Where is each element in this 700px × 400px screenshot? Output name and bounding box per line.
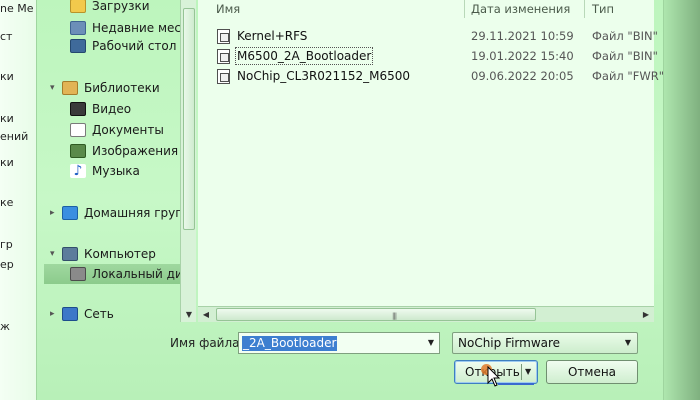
navigation-scrollbar[interactable]: ▼: [180, 0, 196, 322]
fwr-file-icon: [217, 69, 230, 84]
nav-item-label: Библиотеки: [84, 81, 160, 95]
file-date: 29.11.2021 10:59: [471, 29, 574, 43]
nav-item-label: Загрузки: [92, 0, 150, 13]
scrollbar-thumb[interactable]: |||: [216, 308, 536, 321]
scroll-left-icon[interactable]: ◀: [200, 309, 212, 321]
desktop-text-fragment: ер: [0, 258, 14, 271]
filename-label: Имя файла:: [170, 336, 244, 350]
column-divider[interactable]: [464, 0, 465, 18]
nav-item-label: Видео: [92, 102, 132, 116]
homegroup-icon: [62, 206, 78, 220]
navigation-pane: Загрузки Недавние места Рабочий стол ▾ Б…: [44, 0, 194, 322]
column-header-name[interactable]: Имя: [216, 0, 240, 18]
open-menu-arrow-icon[interactable]: ▼: [525, 361, 531, 383]
expand-icon[interactable]: ▸: [50, 310, 58, 319]
downloads-icon: [70, 0, 86, 13]
local-disk-icon: [70, 267, 86, 281]
nav-item-libraries[interactable]: Библиотеки: [62, 78, 194, 98]
recent-places-icon: [70, 21, 86, 35]
computer-icon: [62, 247, 78, 261]
file-row[interactable]: Kernel+RFS 29.11.2021 10:59 Файл "BIN": [198, 26, 658, 46]
desktop-text-fragment: ж: [0, 320, 10, 333]
nav-item-computer[interactable]: Компьютер: [62, 244, 194, 264]
desktop-text-fragment: ки: [0, 156, 14, 169]
column-header-type[interactable]: Тип: [592, 0, 614, 18]
desktop-text-fragment: ений: [0, 130, 29, 143]
music-icon: ♪: [70, 164, 86, 178]
filename-input[interactable]: _2A_Bootloader ▼: [238, 332, 440, 354]
nav-item-local-disk[interactable]: Локальный диск: [44, 264, 194, 284]
nav-item-label: Сеть: [84, 307, 114, 321]
filename-value: _2A_Bootloader: [242, 336, 338, 351]
file-name: Kernel+RFS: [237, 29, 308, 43]
desktop-text-fragment: ст: [0, 30, 13, 43]
file-row[interactable]: NoChip_CL3R021152_M6500 09.06.2022 20:05…: [198, 66, 664, 86]
nav-item-video[interactable]: Видео: [70, 99, 194, 119]
dialog-border-right: [664, 0, 700, 400]
nav-item-music[interactable]: ♪ Музыка: [70, 161, 194, 181]
filter-value: NoChip Firmware: [458, 336, 561, 350]
file-type: Файл "BIN": [592, 29, 658, 43]
scroll-right-icon[interactable]: ▶: [640, 309, 652, 321]
expand-icon[interactable]: ▾: [50, 84, 58, 93]
nav-item-homegroup[interactable]: Домашняя группа: [62, 203, 194, 223]
desktop-background: ne Me ст ки ки ений ки ке гр ер ж: [0, 0, 36, 400]
nav-item-label: Компьютер: [84, 247, 156, 261]
bin-file-icon: [217, 29, 230, 44]
nav-item-network[interactable]: Сеть: [62, 304, 194, 322]
desktop-text-fragment: ке: [0, 196, 14, 209]
file-date: 19.01.2022 15:40: [471, 49, 574, 63]
button-divider: [521, 364, 522, 380]
desktop-text-fragment: гр: [0, 238, 13, 251]
chevron-down-icon: ▼: [624, 338, 632, 347]
desktop-icon: [70, 39, 86, 53]
cancel-button[interactable]: Отмена: [546, 360, 638, 384]
column-header-date[interactable]: Дата изменения: [471, 0, 570, 18]
video-icon: [70, 102, 86, 116]
nav-item-desktop[interactable]: Рабочий стол: [70, 36, 194, 56]
cursor-trail: [498, 383, 534, 385]
grip-icon: |||: [392, 312, 397, 320]
desktop-text-fragment: ки: [0, 112, 14, 125]
file-name: NoChip_CL3R021152_M6500: [237, 69, 410, 83]
chevron-down-icon[interactable]: ▼: [423, 333, 439, 353]
nav-item-downloads[interactable]: Загрузки: [70, 0, 194, 16]
expand-icon[interactable]: ▸: [50, 209, 58, 218]
file-name: M6500_2A_Bootloader: [234, 47, 374, 65]
nav-item-label: Рабочий стол: [92, 39, 177, 53]
file-date: 09.06.2022 20:05: [471, 69, 574, 83]
nav-item-label: Музыка: [92, 164, 140, 178]
pictures-icon: [70, 144, 86, 158]
column-divider[interactable]: [584, 0, 585, 18]
network-icon: [62, 307, 78, 321]
nav-item-documents[interactable]: Документы: [70, 120, 194, 140]
documents-icon: [70, 123, 86, 137]
nav-item-label: Локальный диск: [92, 267, 194, 281]
nav-item-label: Домашняя группа: [84, 206, 194, 220]
file-type-filter[interactable]: NoChip Firmware ▼: [452, 332, 638, 354]
nav-item-recent-places[interactable]: Недавние места: [70, 18, 194, 38]
file-type: Файл "FWR": [592, 69, 664, 83]
desktop-text-fragment: ки: [0, 70, 14, 83]
nav-item-label: Документы: [92, 123, 164, 137]
bin-file-icon: [217, 49, 230, 64]
file-type: Файл "BIN": [592, 49, 658, 63]
file-list: Имя Дата изменения Тип Kernel+RFS 29.11.…: [198, 0, 664, 306]
scroll-down-icon[interactable]: ▼: [184, 310, 194, 320]
expand-icon[interactable]: ▾: [50, 250, 58, 259]
file-row[interactable]: M6500_2A_Bootloader 19.01.2022 15:40 Фай…: [198, 46, 658, 66]
scrollbar-thumb[interactable]: [183, 8, 195, 230]
horizontal-scrollbar[interactable]: ◀ ||| ▶: [198, 306, 654, 322]
libraries-icon: [62, 81, 78, 95]
nav-item-label: Недавние места: [92, 21, 194, 35]
desktop-text-fragment: ne Me: [0, 2, 34, 15]
nav-item-label: Изображения: [92, 144, 179, 158]
nav-item-pictures[interactable]: Изображения: [70, 141, 194, 161]
